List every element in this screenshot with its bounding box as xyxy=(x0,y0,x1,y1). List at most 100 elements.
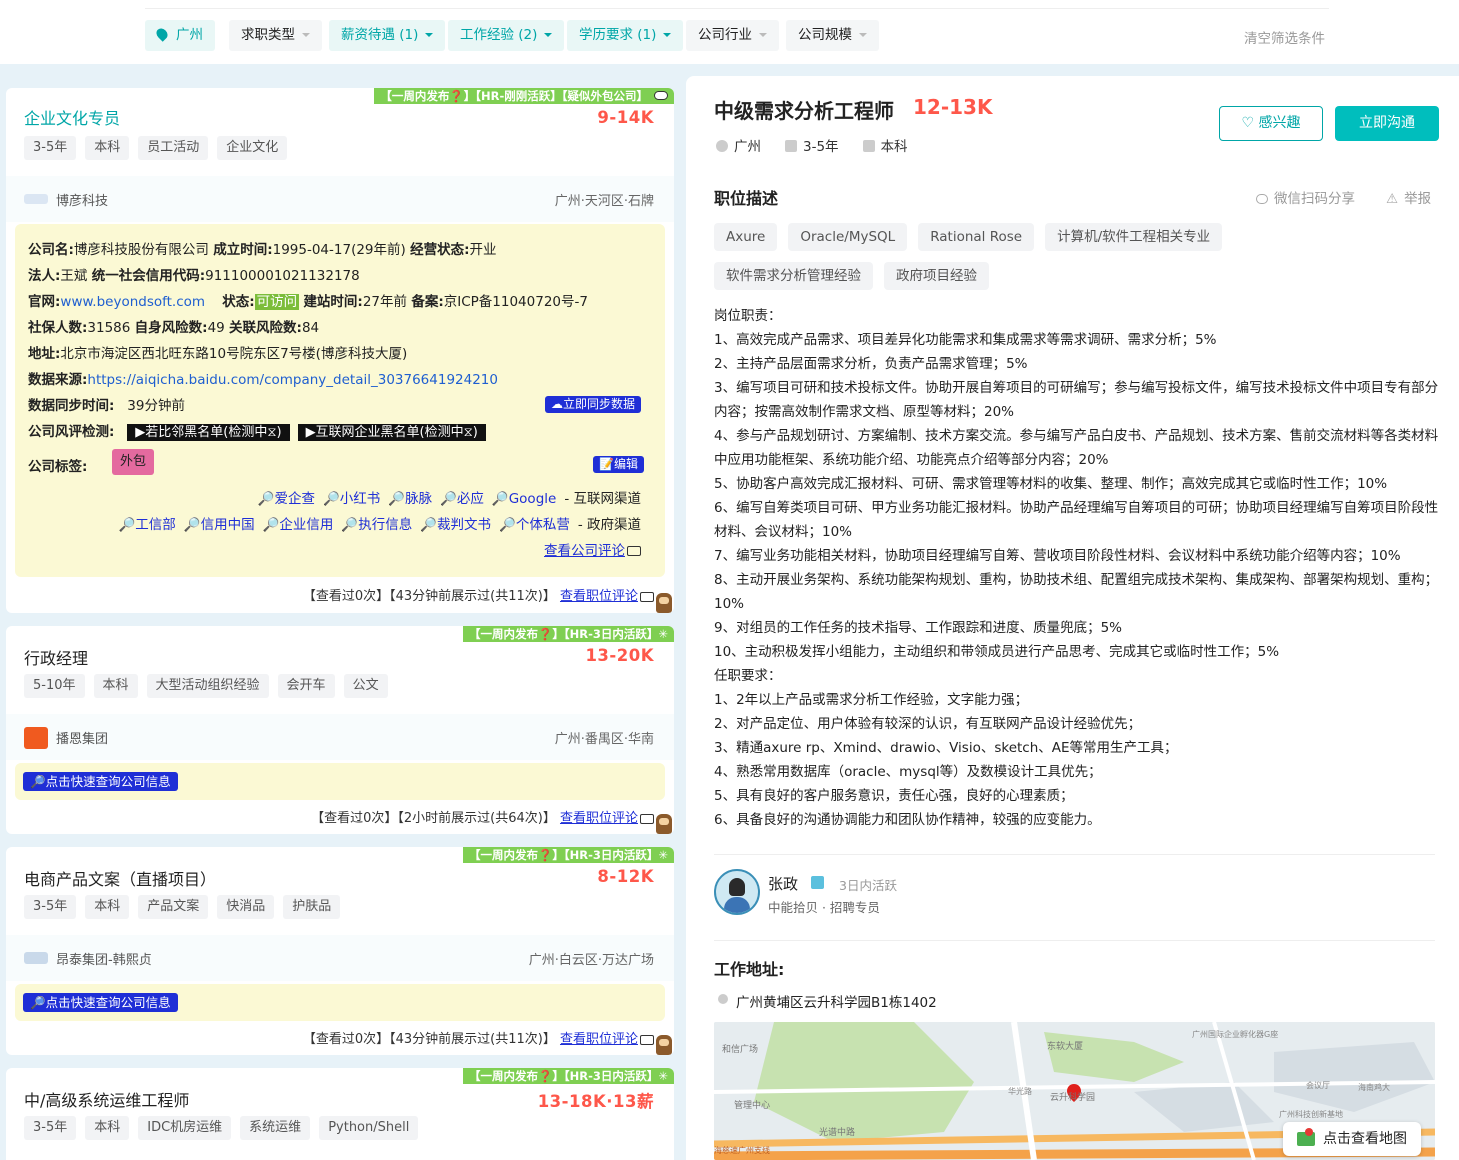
quick-company-lookup-button[interactable]: 🔎点击快速查询公司信息 xyxy=(23,993,178,1012)
company-logo xyxy=(24,194,48,204)
job-comment-link[interactable]: 查看职位评论 xyxy=(560,1032,638,1047)
company-logo xyxy=(24,727,48,749)
city-filter[interactable]: 广州 xyxy=(145,20,215,51)
company-bar[interactable]: 昂泰集团-韩熙贞 广州·白云区·万达广场 xyxy=(6,935,674,981)
mascot-icon xyxy=(656,814,672,834)
map-label: 广州科技创新基地 xyxy=(1279,1109,1343,1119)
skill-tag: Axure xyxy=(714,223,778,251)
filter-bar: 广州 求职类型 薪资待遇 (1) 工作经验 (2) 学历要求 (1) 公司行业 … xyxy=(0,0,1459,64)
job-card[interactable]: 【一周内发布❓】【HR-刚刚活跃】【疑似外包公司】 企业文化专员 9-14K 3… xyxy=(6,88,674,613)
experience-filter[interactable]: 工作经验 (2) xyxy=(448,20,565,51)
sync-data-button[interactable]: ☁立即同步数据 xyxy=(545,396,642,413)
search-link-judgment[interactable]: 🔎裁判文书 xyxy=(420,517,491,533)
search-link-bing[interactable]: 🔎必应 xyxy=(440,491,484,507)
job-tag: 员工活动 xyxy=(138,136,209,160)
recruiter-active-status: 3日内活跃 xyxy=(839,878,897,893)
report-link[interactable]: ⚠ 举报 xyxy=(1386,187,1431,207)
job-tag: 大型活动组织经验 xyxy=(146,674,269,698)
job-tag: 快消品 xyxy=(217,895,275,919)
blacklist-check-2[interactable]: ▶互联网企业黑名单(检测中⧖) xyxy=(297,424,486,441)
edit-tag-button[interactable]: 📝编辑 xyxy=(593,456,644,473)
comment-icon xyxy=(640,1034,654,1045)
job-location: 广州·天河区·石牌 xyxy=(554,194,654,209)
briefcase-icon xyxy=(785,140,797,152)
job-tags: 3-5年 本科 IDC机房运维 系统运维 Python/Shell xyxy=(24,1116,419,1140)
map[interactable]: 和信广场 东软大厦 广州国际企业孵化器G座 云升科学园 华光路 管理中心 光谱中… xyxy=(714,1022,1435,1160)
job-title[interactable]: 企业文化专员 xyxy=(24,105,120,129)
job-badges: 【一周内发布❓】【HR-3日内活跃】✳ xyxy=(463,626,674,642)
company-website-link[interactable]: www.beyondsoft.com xyxy=(60,294,205,310)
detail-meta: 广州 3-5年 本科 xyxy=(716,135,908,155)
map-label: 广州国际企业孵化器G座 xyxy=(1192,1029,1278,1039)
divider xyxy=(714,940,1435,941)
internet-channel-label: - 互联网渠道 xyxy=(564,491,641,507)
graduation-cap-icon xyxy=(862,140,875,152)
comment-icon xyxy=(640,591,654,602)
job-card[interactable]: 【一周内发布❓】【HR-3日内活跃】✳ 行政经理 13-20K 5-10年 本科… xyxy=(6,626,674,834)
job-detail-panel: 中级需求分析工程师 12-13K 广州 3-5年 本科 ♡ 感兴趣 立即沟通 职… xyxy=(686,76,1459,1160)
job-title[interactable]: 行政经理 xyxy=(24,645,88,669)
search-link-enterprise-credit[interactable]: 🔎企业信用 xyxy=(263,517,334,533)
info-tag-label: 公司标签: xyxy=(28,459,88,475)
job-view-stats: 【查看过0次】【43分钟前展示过(共11次)】 查看职位评论 xyxy=(303,1028,654,1047)
blacklist-check-1[interactable]: ▶若比邻黑名单(检测中⧖) xyxy=(127,424,290,441)
info-row-sync: 数据同步时间: 39分钟前 xyxy=(28,398,185,414)
company-bar[interactable]: 播恩集团 广州·番禺区·华南 xyxy=(6,714,674,760)
size-filter[interactable]: 公司规模 xyxy=(786,20,879,51)
view-map-button[interactable]: 点击查看地图 xyxy=(1283,1122,1421,1156)
education-filter[interactable]: 学历要求 (1) xyxy=(567,20,684,51)
detail-job-title: 中级需求分析工程师 xyxy=(714,99,894,123)
job-tag: 公文 xyxy=(343,674,388,698)
job-comment-link[interactable]: 查看职位评论 xyxy=(560,589,638,604)
quick-company-lookup-button[interactable]: 🔎点击快速查询公司信息 xyxy=(23,772,178,791)
wechat-share-link[interactable]: 微信扫码分享 xyxy=(1256,187,1355,207)
job-card[interactable]: 【一周内发布❓】【HR-3日内活跃】✳ 电商产品文案（直播项目） 8-12K 3… xyxy=(6,847,674,1055)
divider xyxy=(714,854,1435,855)
search-link-google[interactable]: 🔎Google xyxy=(492,491,556,507)
salary-filter[interactable]: 薪资待遇 (1) xyxy=(329,20,446,51)
company-comment-link[interactable]: 查看公司评论 xyxy=(544,543,625,559)
info-row-name: 公司名:博彦科技股份有限公司 成立时间:1995-04-17(29年前) 经营状… xyxy=(28,242,497,258)
job-type-filter[interactable]: 求职类型 xyxy=(229,20,322,51)
industry-filter[interactable]: 公司行业 xyxy=(686,20,779,51)
internet-channel-links: 🔎爱企查 🔎小红书 🔎脉脉 🔎必应 🔎Google - 互联网渠道 xyxy=(250,487,641,507)
gov-channel-label: - 政府渠道 xyxy=(577,517,641,533)
search-link-creditchina[interactable]: 🔎信用中国 xyxy=(184,517,255,533)
education-filter-label: 学历要求 (1) xyxy=(579,27,657,43)
company-name[interactable]: 昂泰集团-韩熙贞 xyxy=(56,949,152,968)
job-tag: 本科 xyxy=(93,674,138,698)
chat-now-button[interactable]: 立即沟通 xyxy=(1335,106,1439,141)
job-title[interactable]: 中/高级系统运维工程师 xyxy=(24,1087,189,1111)
map-label: 会议厅 xyxy=(1306,1080,1330,1090)
company-name[interactable]: 播恩集团 xyxy=(56,728,108,747)
data-source-link[interactable]: https://aiqicha.baidu.com/company_detail… xyxy=(87,372,498,388)
search-link-miit[interactable]: 🔎工信部 xyxy=(118,517,175,533)
job-description-heading: 职位描述 xyxy=(714,189,779,208)
company-info-panel: 🔎点击快速查询公司信息 xyxy=(15,984,665,1021)
company-name[interactable]: 博彦科技 xyxy=(56,190,108,209)
chevron-down-icon xyxy=(425,33,434,37)
skill-tags: Axure Oracle/MySQL Rational Rose 计算机/软件工… xyxy=(714,223,1374,290)
job-card[interactable]: 【一周内发布❓】【HR-3日内活跃】✳ 中/高级系统运维工程师 13-18K·1… xyxy=(6,1068,674,1160)
company-bar[interactable]: 博彦科技 广州·天河区·石牌 xyxy=(6,176,674,222)
job-title[interactable]: 电商产品文案（直播项目） xyxy=(24,866,216,890)
recruiter-role: 中能拾贝 · 招聘专员 xyxy=(768,900,880,915)
company-info-panel: 🔎点击快速查询公司信息 xyxy=(15,763,665,800)
map-label: 云升科学园 xyxy=(1050,1091,1095,1103)
location-pin-icon xyxy=(716,140,728,152)
recruiter-name: 张政 xyxy=(768,875,799,893)
job-comment-link[interactable]: 查看职位评论 xyxy=(560,811,638,826)
info-row-legal: 法人:王斌 统一社会信用代码:911100001021132178 xyxy=(28,268,360,284)
skill-tag: Rational Rose xyxy=(918,223,1035,251)
comment-icon xyxy=(640,813,654,824)
interest-button[interactable]: ♡ 感兴趣 xyxy=(1219,106,1323,141)
search-link-aiqicha[interactable]: 🔎爱企查 xyxy=(258,491,315,507)
clear-filters-link[interactable]: 清空筛选条件 xyxy=(1244,27,1325,47)
search-link-individual[interactable]: 🔎个体私营 xyxy=(499,517,570,533)
job-tag: 产品文案 xyxy=(138,895,209,919)
map-label: 光谱中路 xyxy=(819,1126,855,1138)
chevron-down-icon xyxy=(859,33,867,37)
search-link-execution[interactable]: 🔎执行信息 xyxy=(341,517,412,533)
search-link-xiaohongshu[interactable]: 🔎小红书 xyxy=(323,491,380,507)
search-link-maimai[interactable]: 🔎脉脉 xyxy=(388,491,432,507)
